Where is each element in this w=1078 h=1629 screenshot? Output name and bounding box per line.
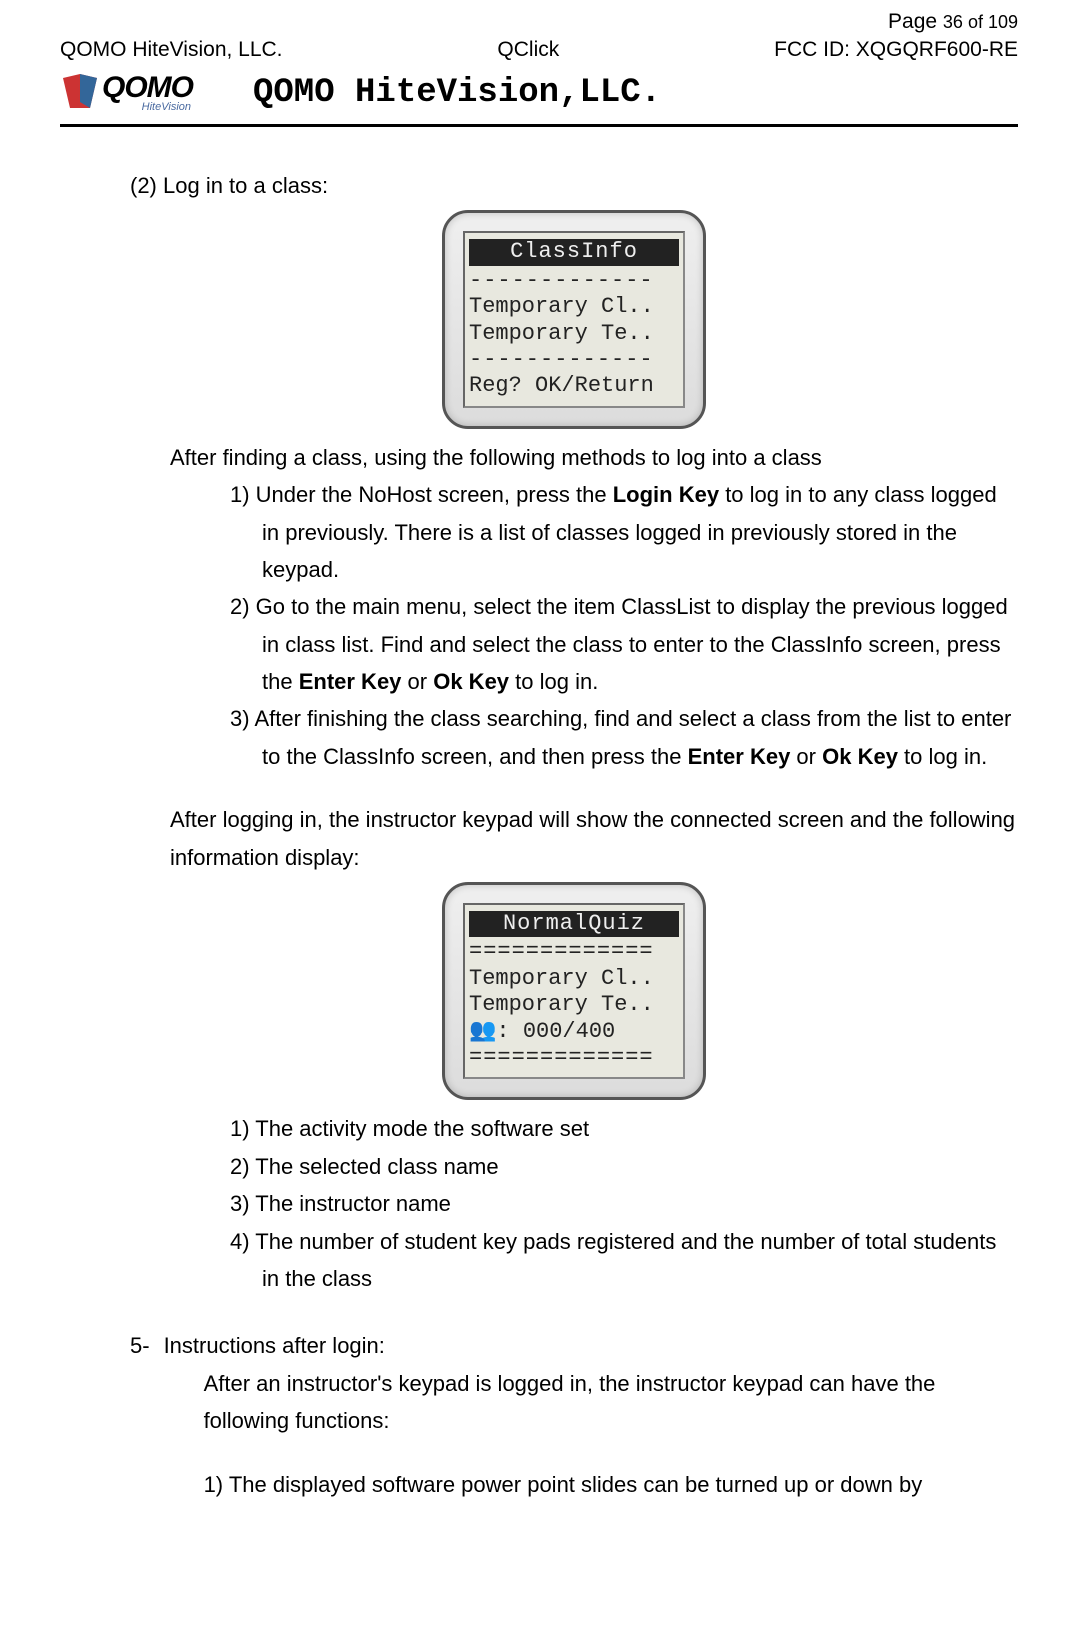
lcd-prompt: Reg? OK/Return — [469, 373, 679, 399]
brand-logo: QOMO HiteVision — [60, 72, 193, 114]
lcd-line-teacher: Temporary Te.. — [469, 321, 679, 347]
header-right: Page 36 of 109 FCC ID: XQGQRF600-RE — [774, 10, 1018, 62]
device-lcd: NormalQuiz ============= Temporary Cl.. … — [463, 903, 685, 1079]
paragraph-after-login: After logging in, the instructor keypad … — [130, 801, 1018, 876]
page-of: of — [963, 12, 988, 32]
lcd-title: NormalQuiz — [469, 911, 679, 937]
section-5-func-1: 1) The displayed software power point sl… — [164, 1466, 1018, 1503]
method-1: 1) Under the NoHost screen, press the Lo… — [230, 476, 1018, 588]
info-list: 1) The activity mode the software set 2)… — [130, 1110, 1018, 1297]
info-item-2: 2) The selected class name — [230, 1148, 1018, 1185]
paragraph-after-finding: After finding a class, using the followi… — [130, 439, 1018, 476]
device-figure-classinfo: ClassInfo ------------- Temporary Cl.. T… — [130, 210, 1018, 428]
header-product: QClick — [497, 38, 559, 62]
lcd-line-class: Temporary Cl.. — [469, 966, 679, 992]
lcd-divider: ------------- — [469, 347, 679, 373]
company-title: QOMO HiteVision,LLC. — [253, 74, 661, 112]
text: to log in. — [898, 744, 987, 769]
method-list: 1) Under the NoHost screen, press the Lo… — [130, 476, 1018, 775]
device-figure-normalquiz: NormalQuiz ============= Temporary Cl.. … — [130, 882, 1018, 1100]
info-item-1: 1) The activity mode the software set — [230, 1110, 1018, 1147]
ok-key-bold: Ok Key — [822, 744, 898, 769]
info-item-4: 4) The number of student key pads regist… — [230, 1223, 1018, 1298]
section-5-intro: After an instructor's keypad is logged i… — [164, 1365, 1018, 1440]
lcd-divider: ------------- — [469, 268, 679, 294]
count-value: 000/400 — [523, 1019, 615, 1044]
text: 1) Under the NoHost screen, press the — [230, 482, 613, 507]
method-3: 3) After finishing the class searching, … — [230, 700, 1018, 775]
section-5-body: Instructions after login: After an instr… — [164, 1327, 1018, 1503]
page-current: 36 — [943, 12, 963, 32]
page-indicator: Page 36 of 109 — [774, 10, 1018, 34]
header-company: QOMO HiteVision, LLC. — [60, 38, 283, 62]
header-separator — [60, 124, 1018, 127]
lcd-line-class: Temporary Cl.. — [469, 294, 679, 320]
device-frame: ClassInfo ------------- Temporary Cl.. T… — [442, 210, 706, 428]
brand-logo-text: QOMO HiteVision — [102, 73, 193, 113]
lcd-title: ClassInfo — [469, 239, 679, 265]
lcd-divider: ============= — [469, 1045, 679, 1071]
section-5-title: Instructions after login: — [164, 1327, 1018, 1364]
text: or — [790, 744, 822, 769]
method-2: 2) Go to the main menu, select the item … — [230, 588, 1018, 700]
text: or — [401, 669, 433, 694]
info-item-3: 3) The instructor name — [230, 1185, 1018, 1222]
brand-logo-main: QOMO — [102, 73, 193, 103]
enter-key-bold: Enter Key — [299, 669, 402, 694]
page-total: 109 — [988, 12, 1018, 32]
lcd-line-count: 👥: 000/400 — [469, 1019, 679, 1045]
brand-logo-icon — [60, 72, 100, 114]
people-icon: 👥 — [469, 1019, 496, 1045]
device-lcd: ClassInfo ------------- Temporary Cl.. T… — [463, 231, 685, 407]
document-page: QOMO HiteVision, LLC. QClick Page 36 of … — [0, 0, 1078, 1543]
section-2-label: (2) Log in to a class: — [130, 167, 1018, 204]
lcd-divider: ============= — [469, 939, 679, 965]
content-body: (2) Log in to a class: ClassInfo -------… — [60, 167, 1018, 1503]
page-label: Page — [888, 10, 943, 33]
logo-row: QOMO HiteVision QOMO HiteVision,LLC. — [60, 72, 1018, 114]
page-header: QOMO HiteVision, LLC. QClick Page 36 of … — [60, 0, 1018, 62]
count-sep: : — [496, 1019, 522, 1044]
section-5: 5- Instructions after login: After an in… — [130, 1327, 1018, 1503]
login-key-bold: Login Key — [613, 482, 719, 507]
lcd-line-teacher: Temporary Te.. — [469, 992, 679, 1018]
text: to log in. — [509, 669, 598, 694]
fcc-id: FCC ID: XQGQRF600-RE — [774, 38, 1018, 62]
ok-key-bold: Ok Key — [433, 669, 509, 694]
section-5-number: 5- — [130, 1327, 150, 1503]
enter-key-bold: Enter Key — [688, 744, 791, 769]
device-frame: NormalQuiz ============= Temporary Cl.. … — [442, 882, 706, 1100]
